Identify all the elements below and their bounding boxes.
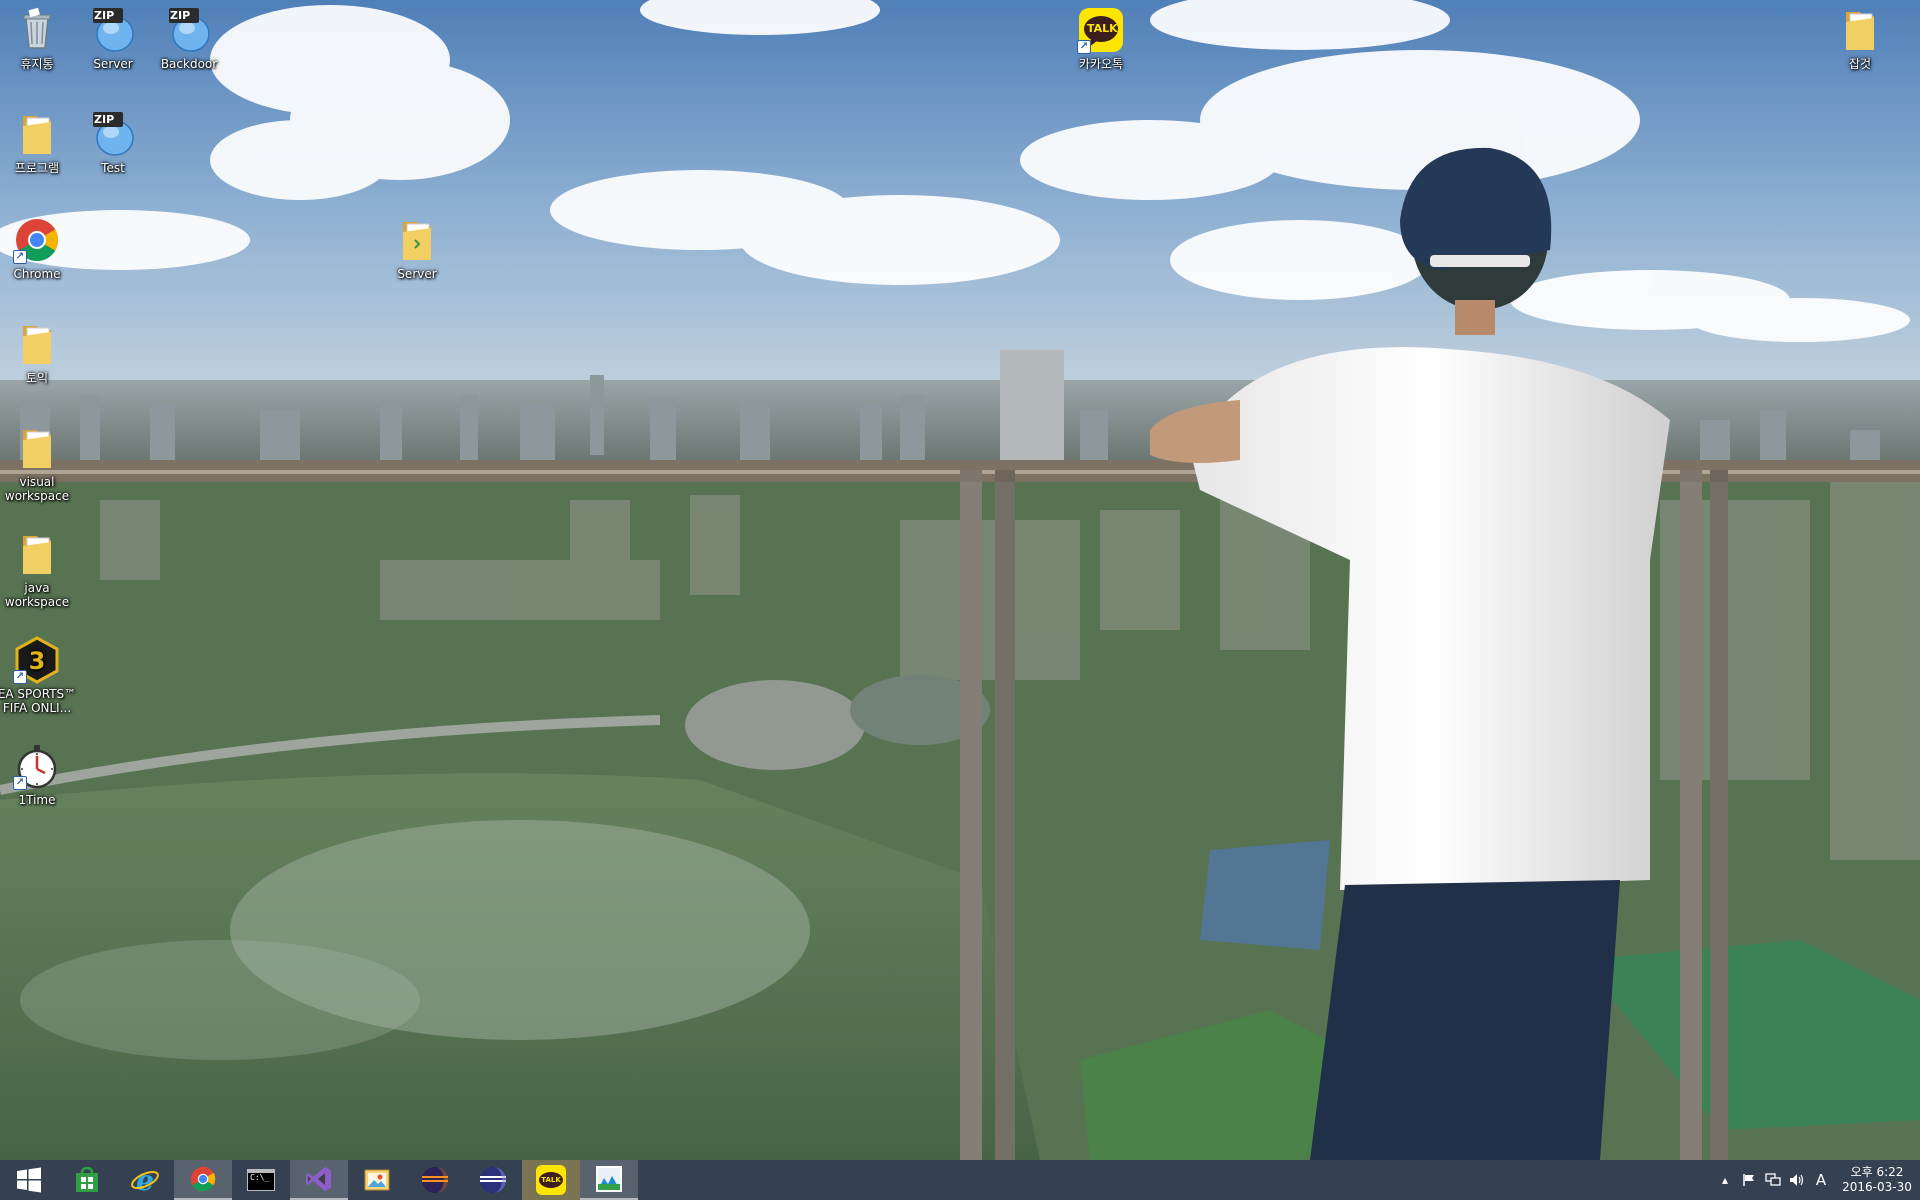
fifa-online-icon: 3 ↗ [13, 636, 61, 684]
visual-studio-icon [306, 1167, 331, 1191]
shortcut-arrow-icon: ↗ [13, 670, 27, 684]
folder-icon [13, 110, 61, 158]
chrome-icon: ↗ [13, 216, 61, 264]
desktop-icon-label: 토익 [25, 371, 49, 385]
internet-explorer-icon: e [131, 1165, 159, 1195]
desktop-icon-recycle-bin[interactable]: 휴지통 [0, 6, 77, 71]
desktop-icon-fifa-online[interactable]: 3 ↗ EA SPORTS™ FIFA ONLI... [0, 636, 77, 715]
store-icon [76, 1166, 98, 1192]
show-hidden-icons-chevron-icon[interactable]: ▴ [1716, 1171, 1734, 1189]
windows-start-icon [17, 1167, 41, 1193]
desktop-icon-backdoor-zip[interactable]: ZIP Backdoor [149, 6, 229, 71]
network-icon[interactable] [1764, 1171, 1782, 1189]
chrome-icon [190, 1166, 216, 1192]
desktop-icon-visual-workspace[interactable]: visual workspace [0, 424, 77, 503]
kakaotalk-icon: TALK ↗ [1077, 6, 1125, 54]
desktop-icon-chrome[interactable]: ↗ Chrome [0, 216, 77, 281]
desktop-icon-label: 프로그램 [14, 161, 60, 175]
desktop-icon-label: Chrome [13, 267, 61, 281]
stopwatch-icon: ↗ [13, 742, 61, 790]
shortcut-arrow-icon: ↗ [13, 776, 27, 790]
taskbar-image-viewer-button[interactable] [348, 1160, 406, 1200]
kakao-badge: TALK [1087, 22, 1118, 35]
folder-icon [13, 424, 61, 472]
taskbar-photo-app-button[interactable] [580, 1160, 638, 1200]
desktop-icon-label: Server [93, 57, 133, 71]
command-prompt-icon: C:\_ [247, 1169, 275, 1191]
desktop-icon-label: Backdoor [160, 57, 218, 71]
taskbar-kakaotalk-button[interactable]: TALK [522, 1160, 580, 1200]
ime-indicator[interactable]: A [1812, 1171, 1830, 1189]
desktop-icon-label: Test [101, 161, 125, 175]
zip-archive-icon: ZIP [89, 6, 137, 54]
clock-date: 2016-03-30 [1842, 1180, 1912, 1194]
eclipse-icon [422, 1167, 448, 1193]
zip-archive-icon: ZIP [89, 110, 137, 158]
desktop-icon-program-folder[interactable]: 프로그램 [0, 110, 77, 175]
taskbar-store-button[interactable] [58, 1160, 116, 1200]
desktop-icon-label: java workspace [4, 581, 70, 609]
start-button[interactable] [0, 1160, 58, 1200]
desktop-icon-label: Server [397, 267, 437, 281]
desktop-icon-label: 잡것 [1848, 57, 1872, 71]
taskbar-ie-button[interactable]: e [116, 1160, 174, 1200]
kakao-badge: TALK [541, 1176, 561, 1184]
image-viewer-icon [364, 1169, 390, 1191]
svg-text:3: 3 [29, 647, 46, 675]
shortcut-arrow-icon: ↗ [1077, 40, 1091, 54]
desktop-icon-server-zip[interactable]: ZIP Server [73, 6, 153, 71]
zip-badge: ZIP [170, 9, 191, 22]
desktop-icon-server-folder[interactable]: Server [377, 216, 457, 281]
clock[interactable]: 오후 6:22 2016-03-30 [1842, 1165, 1912, 1195]
desktop-wallpaper [0, 0, 1920, 1160]
shortcut-arrow-icon: ↗ [13, 250, 27, 264]
taskbar-eclipse-button-1[interactable] [406, 1160, 464, 1200]
eclipse-icon [480, 1167, 506, 1193]
kakaotalk-icon: TALK [536, 1165, 566, 1195]
zip-badge: ZIP [94, 113, 115, 126]
folder-icon [13, 530, 61, 578]
desktop-icon-test-zip[interactable]: ZIP Test [73, 110, 153, 175]
photo-app-icon [596, 1166, 622, 1192]
desktop-icon-label: 1Time [18, 793, 56, 807]
taskbar-chrome-button[interactable] [174, 1160, 232, 1200]
desktop-icon-label: 휴지통 [20, 57, 54, 71]
action-center-flag-icon[interactable] [1740, 1171, 1758, 1189]
desktop-icon-java-workspace[interactable]: java workspace [0, 530, 77, 609]
desktop-icon-1time[interactable]: ↗ 1Time [0, 742, 77, 807]
system-tray: ▴ A 오후 6:22 2016-03-30 [1716, 1160, 1920, 1200]
desktop-icon-label: visual workspace [4, 475, 70, 503]
desktop-icon-kakaotalk[interactable]: TALK ↗ 카카오톡 [1061, 6, 1141, 71]
taskbar-cmd-button[interactable]: C:\_ [232, 1160, 290, 1200]
folder-icon [1836, 6, 1884, 54]
desktop-icon-label: 카카오톡 [1078, 57, 1124, 71]
volume-icon[interactable] [1788, 1171, 1806, 1189]
taskbar: e C:\_ TALK ▴ A 오후 6:22 2016-03-30 [0, 1160, 1920, 1200]
desktop-icon-gadget-folder[interactable]: 잡것 [1820, 6, 1900, 71]
desktop-icon-label: EA SPORTS™ FIFA ONLI... [0, 687, 77, 715]
clock-time: 오후 6:22 [1850, 1165, 1904, 1179]
recycle-bin-icon [13, 6, 61, 54]
taskbar-visual-studio-button[interactable] [290, 1160, 348, 1200]
folder-icon [393, 216, 441, 264]
zip-badge: ZIP [94, 9, 115, 22]
desktop-icon-toeic-folder[interactable]: 토익 [0, 320, 77, 385]
cmd-prompt-text: C:\_ [250, 1173, 270, 1182]
folder-icon [13, 320, 61, 368]
svg-text:e: e [136, 1165, 154, 1195]
taskbar-eclipse-button-2[interactable] [464, 1160, 522, 1200]
zip-archive-icon: ZIP [165, 6, 213, 54]
